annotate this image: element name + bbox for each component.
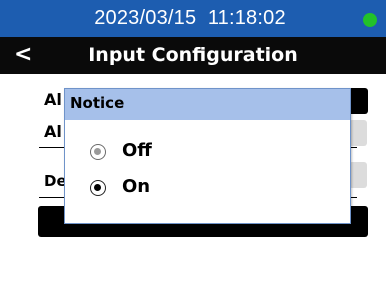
dialog-title: Notice: [70, 94, 125, 112]
dialog-body: Off On: [65, 118, 350, 223]
option-label: Off: [122, 140, 152, 161]
back-icon[interactable]: <: [14, 37, 32, 74]
list-item-value[interactable]: [349, 162, 367, 188]
page-title: Input Configuration: [88, 44, 298, 66]
radio-unselected-icon[interactable]: [90, 144, 106, 160]
option-off[interactable]: Off: [90, 140, 290, 166]
list-item-label: Al: [44, 90, 62, 109]
header: Input Configuration <: [0, 37, 386, 74]
radio-selected-icon[interactable]: [90, 180, 106, 196]
list-item-label: Al: [44, 122, 62, 141]
notice-dialog: Notice Off On: [64, 88, 351, 224]
option-on[interactable]: On: [90, 176, 290, 202]
status-bar: 2023/03/15 11:18:02: [0, 0, 386, 37]
dialog-title-bar: Notice: [65, 89, 350, 118]
status-indicator-icon: [363, 13, 377, 27]
screen: 2023/03/15 11:18:02 Input Configuration …: [0, 0, 386, 292]
option-label: On: [122, 176, 151, 197]
status-datetime: 2023/03/15 11:18:02: [94, 7, 286, 29]
list-item-value[interactable]: [349, 120, 367, 146]
